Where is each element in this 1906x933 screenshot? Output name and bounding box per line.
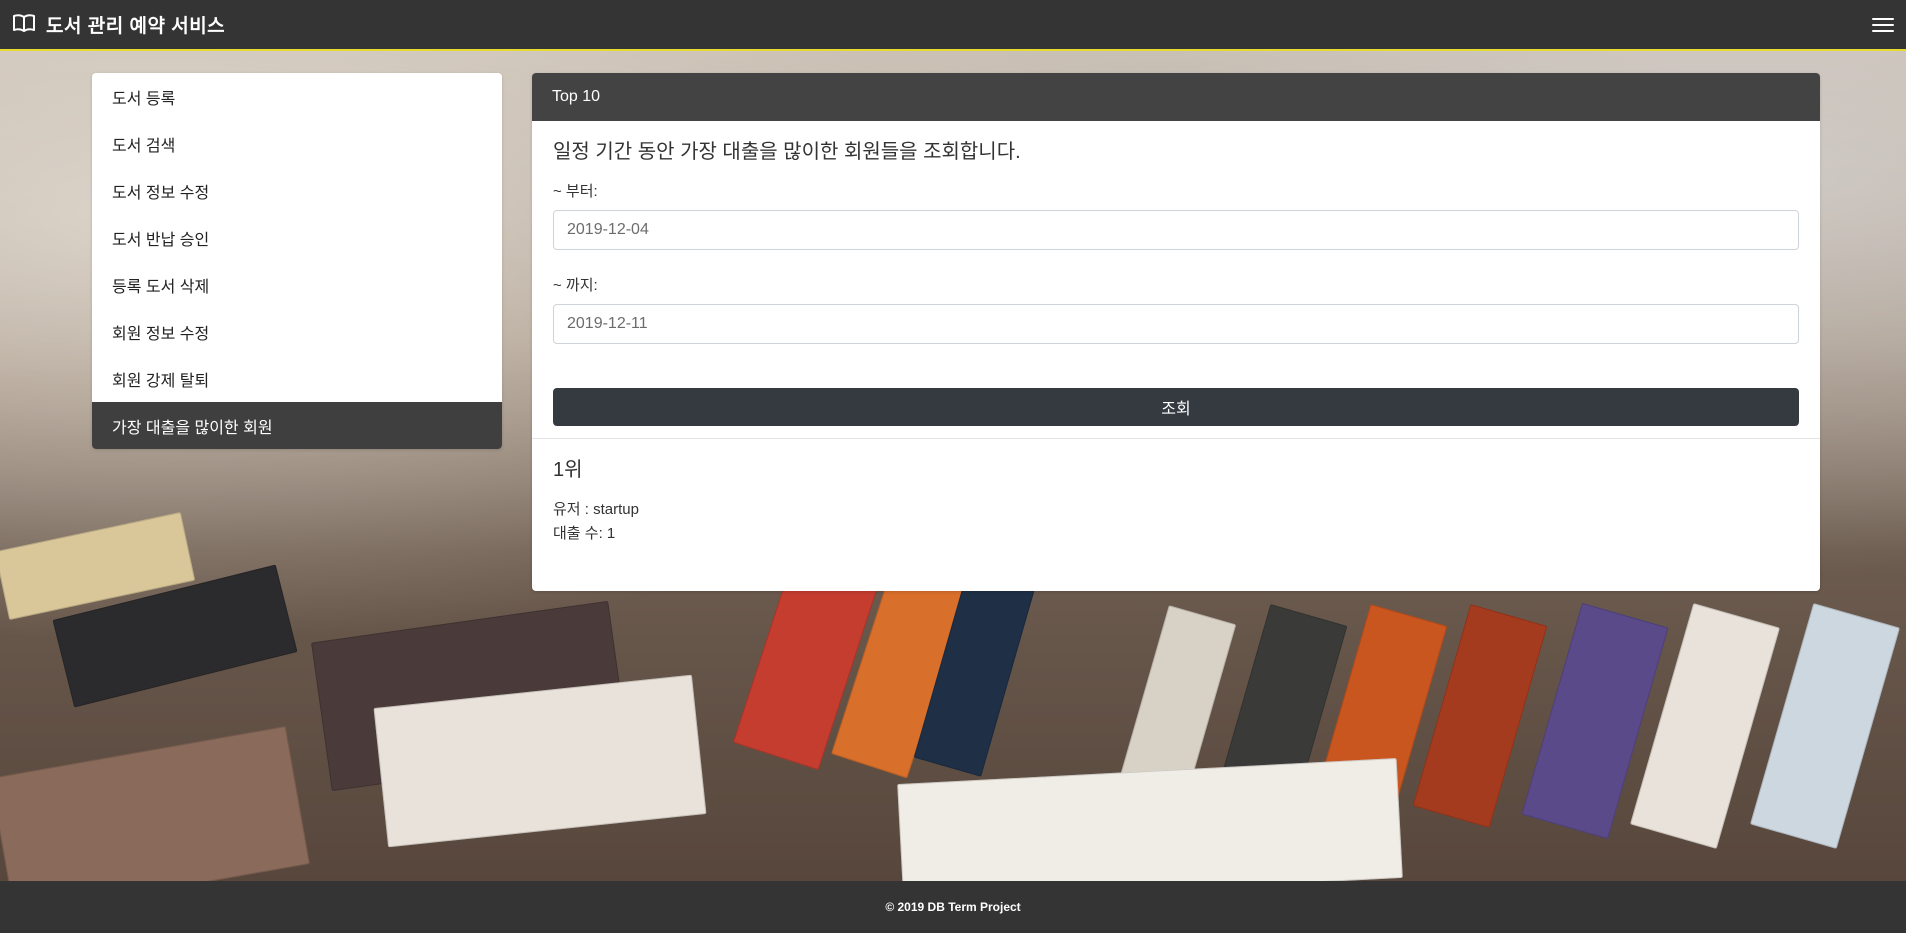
from-date-label: ~ 부터:	[553, 183, 598, 200]
brand[interactable]: 도서 관리 예약 서비스	[12, 11, 225, 38]
result-user: 유저 : startup	[553, 501, 639, 518]
sidebar-item-edit-book[interactable]: 도서 정보 수정	[92, 167, 502, 214]
sidebar-item-delete-book[interactable]: 등록 도서 삭제	[92, 261, 502, 308]
card-description: 일정 기간 동안 가장 대출을 많이한 회원들을 조회합니다.	[553, 141, 1021, 163]
hamburger-menu-icon[interactable]	[1872, 14, 1894, 36]
sidebar-item-search-book[interactable]: 도서 검색	[92, 120, 502, 167]
sidebar-item-force-withdraw[interactable]: 회원 강제 탈퇴	[92, 355, 502, 402]
sidebar-item-approve-return[interactable]: 도서 반납 승인	[92, 214, 502, 261]
card-title: Top 10	[532, 73, 1820, 121]
book-open-icon	[12, 13, 36, 37]
result-rank: 1위	[553, 459, 583, 481]
sidebar-item-edit-member[interactable]: 회원 정보 수정	[92, 308, 502, 355]
from-date-input[interactable]	[553, 210, 1799, 250]
result-borrow-count: 대출 수: 1	[553, 525, 616, 542]
to-date-input[interactable]	[553, 304, 1799, 344]
result-item: 1위 유저 : startup 대출 수: 1	[532, 439, 1820, 546]
search-button[interactable]: 조회	[553, 388, 1799, 426]
sidebar-item-register-book[interactable]: 도서 등록	[92, 73, 502, 120]
footer: © 2019 DB Term Project	[0, 881, 1906, 933]
top-navbar: 도서 관리 예약 서비스	[0, 0, 1906, 51]
footer-text: © 2019 DB Term Project	[885, 900, 1021, 914]
sidebar-item-top-borrowers[interactable]: 가장 대출을 많이한 회원	[92, 402, 502, 449]
app-title: 도서 관리 예약 서비스	[46, 16, 226, 37]
to-date-label: ~ 까지:	[553, 277, 598, 294]
top10-card: Top 10 일정 기간 동안 가장 대출을 많이한 회원들을 조회합니다. ~…	[532, 73, 1820, 591]
sidebar-menu: 도서 등록 도서 검색 도서 정보 수정 도서 반납 승인 등록 도서 삭제 회…	[92, 73, 502, 449]
